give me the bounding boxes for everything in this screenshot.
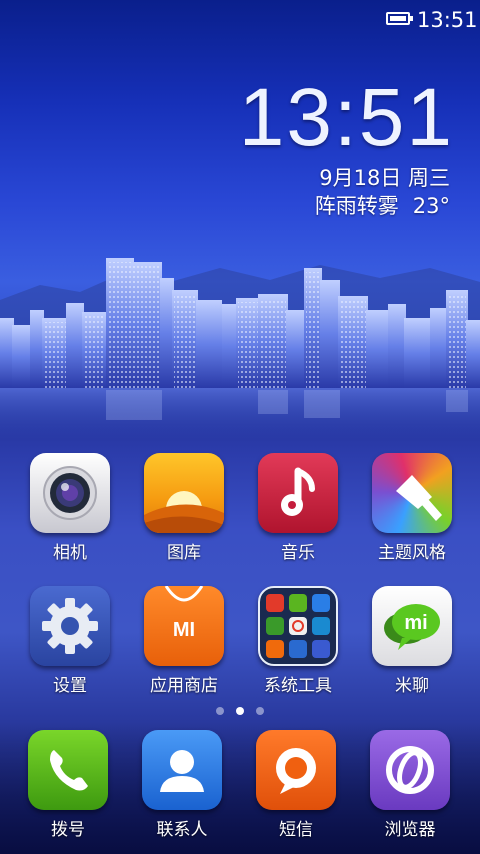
mi-store-icon: MI [144, 586, 224, 666]
weather-info[interactable]: 阵雨转雾 23° [315, 192, 450, 220]
phone-icon [28, 730, 108, 810]
app-label: 系统工具 [264, 676, 332, 696]
app-label: 短信 [279, 820, 313, 840]
clock-widget-date: 9月18日 周三 [319, 166, 450, 190]
miliao-icon: mi [372, 586, 452, 666]
mi-logo-text: MI [173, 619, 195, 641]
theme-brush-icon [372, 453, 452, 533]
status-bar: 13:51 [0, 0, 480, 40]
dock-phone[interactable]: 拨号 [13, 730, 123, 841]
music-icon [258, 453, 338, 533]
app-label: 主题风格 [378, 543, 446, 563]
app-label: 设置 [53, 676, 87, 696]
app-settings[interactable]: 设置 [15, 586, 125, 697]
dock-contacts[interactable]: 联系人 [127, 730, 237, 841]
message-icon [256, 730, 336, 810]
battery-icon [386, 12, 413, 25]
app-theme[interactable]: 主题风格 [357, 453, 467, 564]
page-dot [256, 707, 264, 715]
app-label: 拨号 [51, 820, 85, 840]
gallery-icon [144, 453, 224, 533]
app-label: 相机 [53, 543, 87, 563]
app-label: 应用商店 [150, 676, 218, 696]
folder-icon [258, 586, 338, 666]
weather-temperature: 23° [412, 194, 450, 218]
browser-icon [370, 730, 450, 810]
gear-icon [30, 586, 110, 666]
app-label: 米聊 [395, 676, 429, 696]
clock-widget-time[interactable]: 13:51 [239, 72, 454, 164]
weather-condition: 阵雨转雾 [314, 194, 399, 218]
page-indicator [214, 707, 266, 715]
battery-level [390, 16, 406, 21]
app-label: 联系人 [156, 820, 208, 840]
app-folder-system-tools[interactable]: 系统工具 [243, 586, 353, 697]
app-label: 图库 [167, 543, 201, 563]
app-label: 音乐 [281, 543, 315, 563]
app-camera[interactable]: 相机 [15, 453, 125, 564]
status-time: 13:51 [417, 8, 478, 32]
city-skyline-wallpaper [0, 258, 480, 440]
app-music[interactable]: 音乐 [243, 453, 353, 564]
miliao-logo-text: mi [404, 612, 427, 634]
contact-icon [142, 730, 222, 810]
app-label: 浏览器 [384, 820, 436, 840]
app-mi-store[interactable]: MI 应用商店 [129, 586, 239, 697]
dock-browser[interactable]: 浏览器 [355, 730, 465, 841]
dock-messages[interactable]: 短信 [241, 730, 351, 841]
page-dot [216, 707, 224, 715]
page-dot-current [236, 707, 244, 715]
camera-icon [30, 453, 110, 533]
app-gallery[interactable]: 图库 [129, 453, 239, 564]
app-miliao[interactable]: mi 米聊 [357, 586, 467, 697]
